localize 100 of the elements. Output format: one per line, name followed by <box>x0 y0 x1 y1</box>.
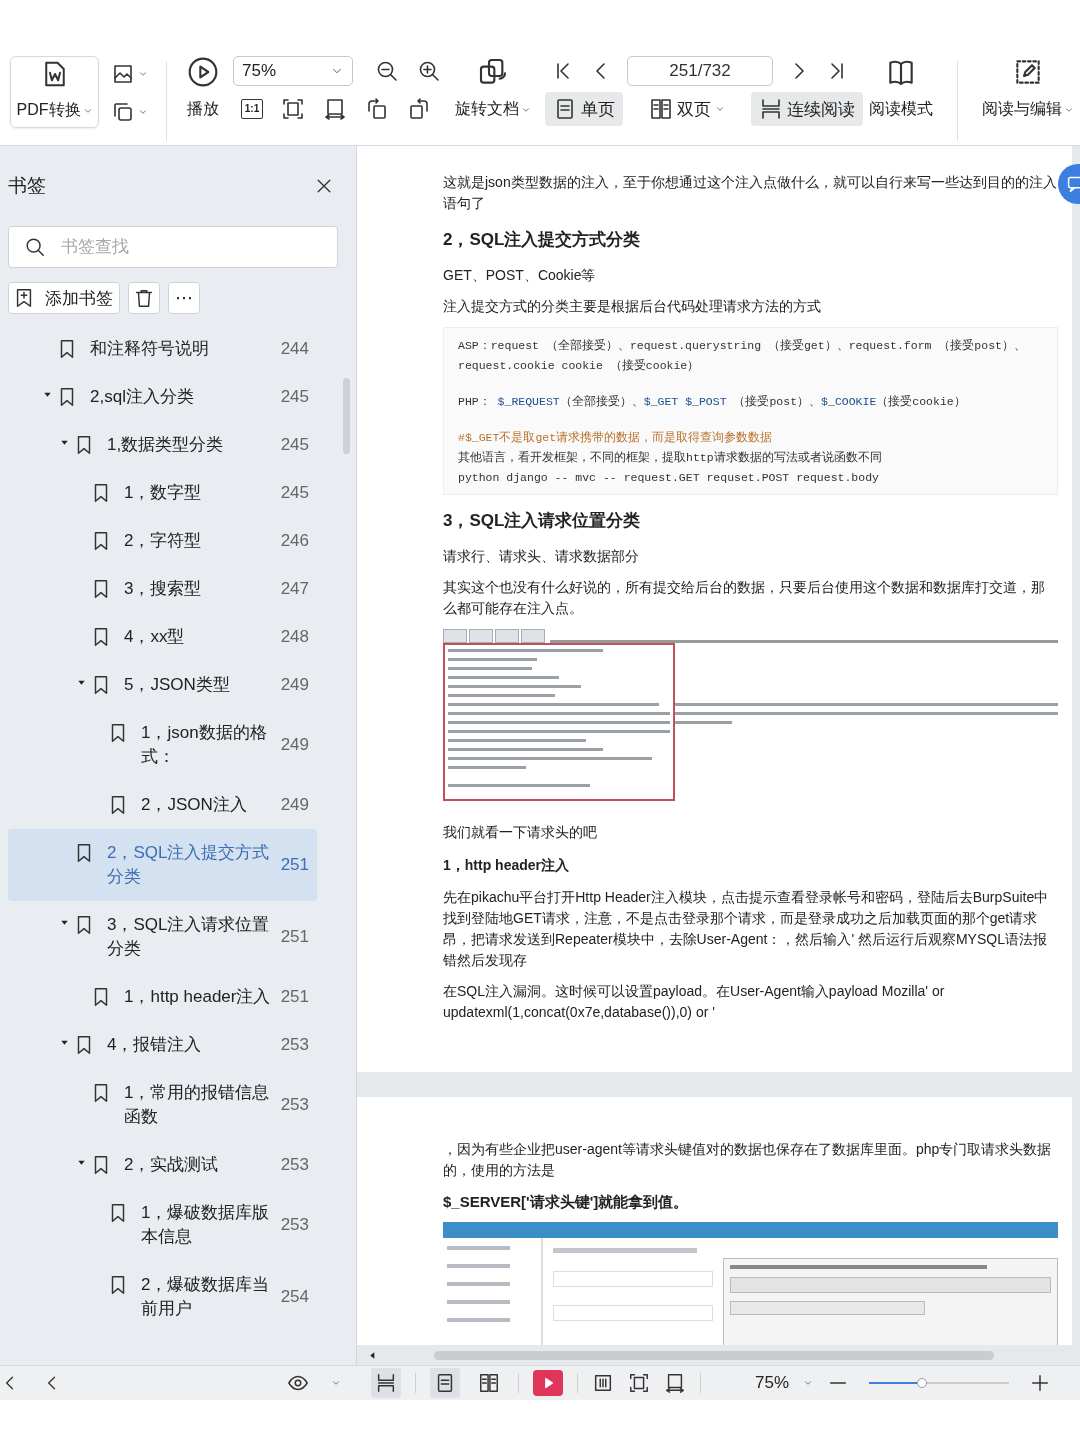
bookmark-title: 2，字符型 <box>124 530 203 552</box>
paragraph: 在SQL注入漏洞。这时候可以设置payload。在User-Agent输入payload Mozilla' or updatexml(1,concat(0x7e,database()),0) or ' <box>443 982 946 1022</box>
caret-icon <box>331 1378 341 1388</box>
paragraph: 先在pikachu平台打开Http Header注入模块，点击提示查看登录帐号和密码，登陆后去BurpSuite中找到登陆地GET请求，注意，不是点击登录那个请求，而是登录成功之后加载页面的那个get请求昂，把请求发送到Repeater模块中，去除User-Agent：，然后输入' 然后运行后观察MYSQL语法报错然后发现存 <box>443 888 1050 970</box>
fit-width-icon[interactable] <box>664 1372 686 1394</box>
page-number: 251 <box>280 927 309 947</box>
fit-width-icon[interactable] <box>323 97 348 121</box>
page-number: 245 <box>280 435 309 455</box>
bookmark-title: 1，数字型 <box>124 482 203 504</box>
bookmark-item[interactable]: 4，xx型 248 <box>8 613 317 661</box>
actual-size-button[interactable]: 1:1 <box>241 99 264 119</box>
page-number: 248 <box>280 627 309 647</box>
section-heading: 2，SQL注入提交方式分类 <box>443 229 642 251</box>
bookmark-item[interactable]: 和注释符号说明 244 <box>8 325 317 373</box>
play-button[interactable] <box>533 1370 563 1396</box>
add-bookmark-button[interactable]: 添加书签 <box>8 282 120 314</box>
bookmark-item[interactable]: 1，数字型 245 <box>8 469 317 517</box>
page-number: 246 <box>280 531 309 551</box>
play-icon <box>187 56 220 88</box>
bookmark-title: 1，http header注入 <box>124 986 272 1008</box>
reading-mode-button[interactable]: 阅读模式 <box>863 56 940 120</box>
paragraph: 我们就看一下请求头的吧 <box>443 823 598 842</box>
view-mode-button[interactable]: 连续阅读 <box>751 92 864 126</box>
page-number: 253 <box>280 1215 309 1235</box>
caret-icon <box>138 69 149 79</box>
zoom-select[interactable]: 75% <box>233 56 354 86</box>
sidebar-title: 书签 <box>8 174 46 198</box>
paragraph: GET、POST、Cookie等 <box>443 266 597 285</box>
zoom-in-icon[interactable] <box>417 59 442 83</box>
page-number: 249 <box>280 675 309 695</box>
bookmark-title: 2，JSON注入 <box>141 794 248 816</box>
bookmark-item[interactable]: 2，JSON注入 249 <box>8 781 317 829</box>
pdf-convert-button[interactable]: PDF转换 <box>10 56 100 128</box>
double-page-icon <box>478 1372 500 1394</box>
paragraph: 这就是json类型数据的注入，至于你想通过这个注入点做什么，就可以自行来写一些达到目的的注入语句了 <box>443 173 1058 213</box>
bookmark-item[interactable]: 1，http header注入 251 <box>8 973 317 1021</box>
page-number: 253 <box>280 1095 309 1115</box>
search-field[interactable]: 书签查找 <box>8 226 338 268</box>
bookmark-title: 2,sql注入分类 <box>90 386 195 408</box>
bookmark-title: 1，爆破数据库版本信息 <box>141 1202 271 1248</box>
more-button[interactable]: ⋯ <box>168 282 200 314</box>
bookmark-title: 1，常用的报错信息函数 <box>124 1082 271 1128</box>
bookmark-title: 2，实战测试 <box>124 1154 220 1176</box>
page-number: 254 <box>280 1287 309 1307</box>
view-mode-button[interactable] <box>430 1368 460 1398</box>
page-number-field[interactable]: 251/732 <box>627 56 774 86</box>
page-number: 251 <box>280 987 309 1007</box>
bookmark-title: 2，SQL注入提交方式分类 <box>107 842 271 888</box>
page-number: 249 <box>280 795 309 815</box>
bookmark-title: 2，爆破数据库当前用户 <box>141 1274 271 1320</box>
bookmark-title: 和注释符号说明 <box>90 338 210 360</box>
bookmark-title: 1，json数据的格式： <box>141 722 268 768</box>
caret-icon <box>138 107 149 117</box>
page-number: 245 <box>280 387 309 407</box>
bookmark-item[interactable]: 3，搜索型 247 <box>8 565 317 613</box>
trash-icon <box>133 287 155 309</box>
bookmark-title: 3，SQL注入请求位置分类 <box>107 914 271 960</box>
bookmark-title: 5，JSON类型 <box>124 674 231 696</box>
bookmark-title: 1,数据类型分类 <box>107 434 225 456</box>
paragraph: $_SERVER['请求头键']就能拿到值。 <box>443 1192 690 1212</box>
delete-button[interactable] <box>128 282 160 314</box>
rotate-document-button[interactable]: 旋转文档 <box>449 56 538 120</box>
paragraph: 其实这个也没有什么好说的，所有提交给后台的数据，只要后台使用这个数据和数据库打交道，那么都可能存在注入点。 <box>443 578 1046 618</box>
section-heading: 3，SQL注入请求位置分类 <box>443 510 642 532</box>
zoom-out-icon[interactable] <box>375 59 400 83</box>
bookmark-item[interactable]: 1,数据类型分类 245 <box>8 421 317 469</box>
view-mode-button[interactable]: 双页 <box>641 92 734 126</box>
caret-icon <box>803 1378 814 1388</box>
page-number: 244 <box>280 339 309 359</box>
subsection-heading: 1，http header注入 <box>443 857 570 875</box>
bookmark-item[interactable]: 2，字符型 246 <box>8 517 317 565</box>
page-number: 245 <box>280 483 309 503</box>
read-edit-button[interactable]: 阅读与编辑 <box>976 56 1080 120</box>
page-number: 253 <box>280 1155 309 1175</box>
page-number: 247 <box>280 579 309 599</box>
page-number: 253 <box>280 1035 309 1055</box>
bookmark-title: 4，xx型 <box>124 626 186 648</box>
slider-thumb[interactable] <box>917 1378 928 1388</box>
view-mode-button[interactable]: 单页 <box>545 92 624 126</box>
play-button[interactable]: 播放 <box>181 56 226 120</box>
horizontal-scrollbar[interactable] <box>434 1350 994 1360</box>
bookmark-item[interactable]: 5，JSON类型 249 <box>8 661 317 709</box>
code-block: ASP：request （全部接受）、request.querystring （接受get）、request.form （接受post）、request.cookie cookie （接受cookie） PHP： $_REQUEST（全部接受）、$_GET $_POST （接受post）、$_COOKIE（接受cookie） #$_GET不是取get请求携带的数据，而是取得查询参数数据 其他语言，看开发框架，不同的框架，提取http请求数据的写法或者说函数不同 python django -- mvc -- request.GET requset.POST request.body <box>443 327 1058 495</box>
fit-page-icon[interactable] <box>281 97 306 121</box>
paragraph: 请求行、请求头、请求数据部分 <box>443 547 640 566</box>
double-page-icon <box>649 97 674 121</box>
continuous-scroll-icon <box>375 1372 397 1394</box>
zoom-value[interactable]: 75% <box>755 1373 790 1393</box>
bookmark-title: 3，搜索型 <box>124 578 203 600</box>
actual-size-icon[interactable] <box>592 1372 614 1394</box>
scrollbar-thumb[interactable] <box>343 378 350 454</box>
paragraph: ，因为有些企业把user-agent等请求头键值对的数据也保存在了数据库里面。php专门取请求头数据的，使用的方法是 <box>443 1140 1053 1180</box>
paragraph: 注入提交方式的分类主要是根据后台代码处理请求方法的方式 <box>443 297 822 316</box>
page-number: 251 <box>280 855 309 875</box>
view-mode-button[interactable] <box>371 1368 401 1398</box>
page-number: 249 <box>280 735 309 755</box>
fit-page-icon[interactable] <box>628 1372 650 1394</box>
bookmark-item[interactable]: 2，实战测试 253 <box>8 1141 317 1189</box>
bookmark-item[interactable]: 4，报错注入 253 <box>8 1021 317 1069</box>
bookmark-item[interactable]: 2,sql注入分类 245 <box>8 373 317 421</box>
